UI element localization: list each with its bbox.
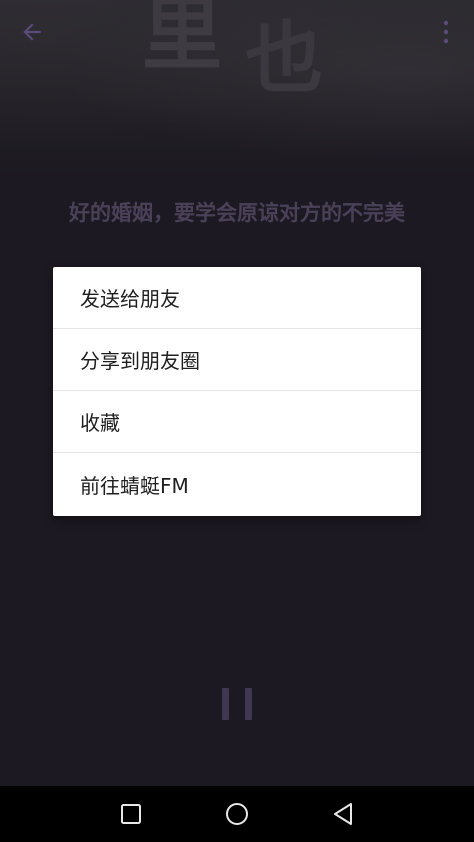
menu-item-label: 收藏 [80, 411, 120, 435]
back-button[interactable] [14, 14, 50, 50]
menu-item-label: 分享到朋友圈 [80, 349, 200, 373]
system-navigation-bar [0, 786, 474, 842]
more-options-button[interactable] [436, 14, 456, 50]
pause-button[interactable] [222, 688, 252, 722]
recent-apps-icon [121, 804, 141, 824]
arrow-back-icon [23, 23, 41, 41]
cover-overlay [0, 0, 474, 175]
menu-item-send-to-friend[interactable]: 发送给朋友 [53, 267, 421, 329]
song-title: 好的婚姻，要学会原谅对方的不完美 [69, 201, 405, 225]
pause-icon [245, 688, 252, 720]
recent-apps-button[interactable] [117, 800, 145, 828]
home-button[interactable] [223, 800, 251, 828]
pause-icon [222, 688, 229, 720]
back-triangle-icon [334, 803, 352, 825]
system-back-button[interactable] [329, 800, 357, 828]
menu-item-favorite[interactable]: 收藏 [53, 391, 421, 453]
menu-item-label: 发送给朋友 [80, 287, 180, 311]
menu-item-open-qingting-fm[interactable]: 前往蜻蜓FM [53, 453, 421, 516]
home-icon [226, 803, 248, 825]
menu-item-label: 前往蜻蜓FM [80, 474, 189, 498]
share-menu: 发送给朋友 分享到朋友圈 收藏 前往蜻蜓FM [53, 267, 421, 516]
more-vertical-icon [443, 20, 449, 44]
menu-item-share-to-moments[interactable]: 分享到朋友圈 [53, 329, 421, 391]
cover-image: 里 也 [0, 0, 474, 175]
player-screen: 里 也 好的婚姻，要学会原谅对方的不完美 发送给朋友 分享到朋友圈 收藏 前往蜻… [0, 0, 474, 786]
